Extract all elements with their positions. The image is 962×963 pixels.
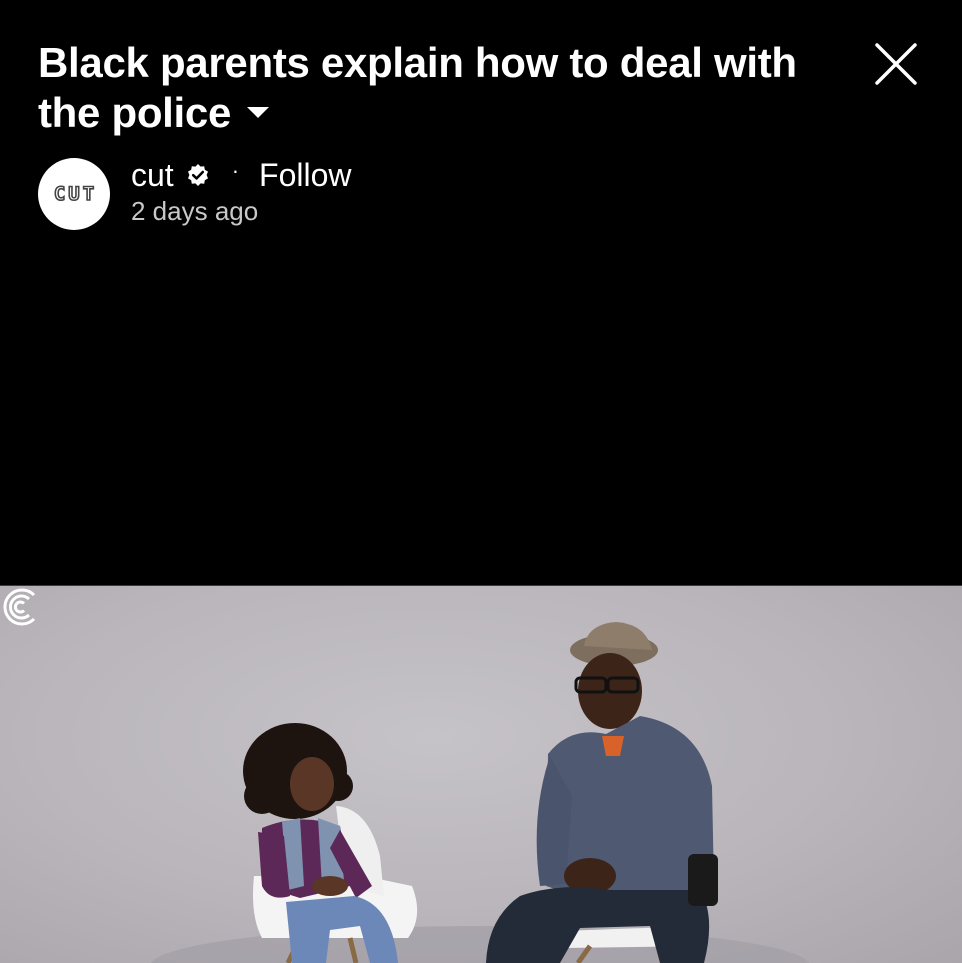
video-frame [150,622,810,963]
channel-row: cut · Follow [131,155,351,195]
follow-button[interactable]: Follow [259,157,351,194]
video-title-line-1: Black parents explain how to deal with [38,39,797,86]
post-timestamp: 2 days ago [131,196,259,226]
video-title[interactable]: Black parents explain how to deal with t… [38,38,838,138]
video-player[interactable] [0,585,962,963]
channel-name[interactable]: cut [131,157,174,194]
video-title-line-2: the police [38,88,838,138]
video-title-line-2-text: the police [38,89,232,136]
caret-down-icon[interactable] [247,107,270,119]
separator-dot: · [231,158,240,183]
channel-avatar[interactable]: CUT [38,158,110,230]
close-button[interactable] [868,36,924,92]
verified-badge-icon [186,163,210,187]
close-icon [875,43,917,85]
cut-logo-icon [3,588,36,626]
channel-avatar-logo: CUT [53,182,98,206]
